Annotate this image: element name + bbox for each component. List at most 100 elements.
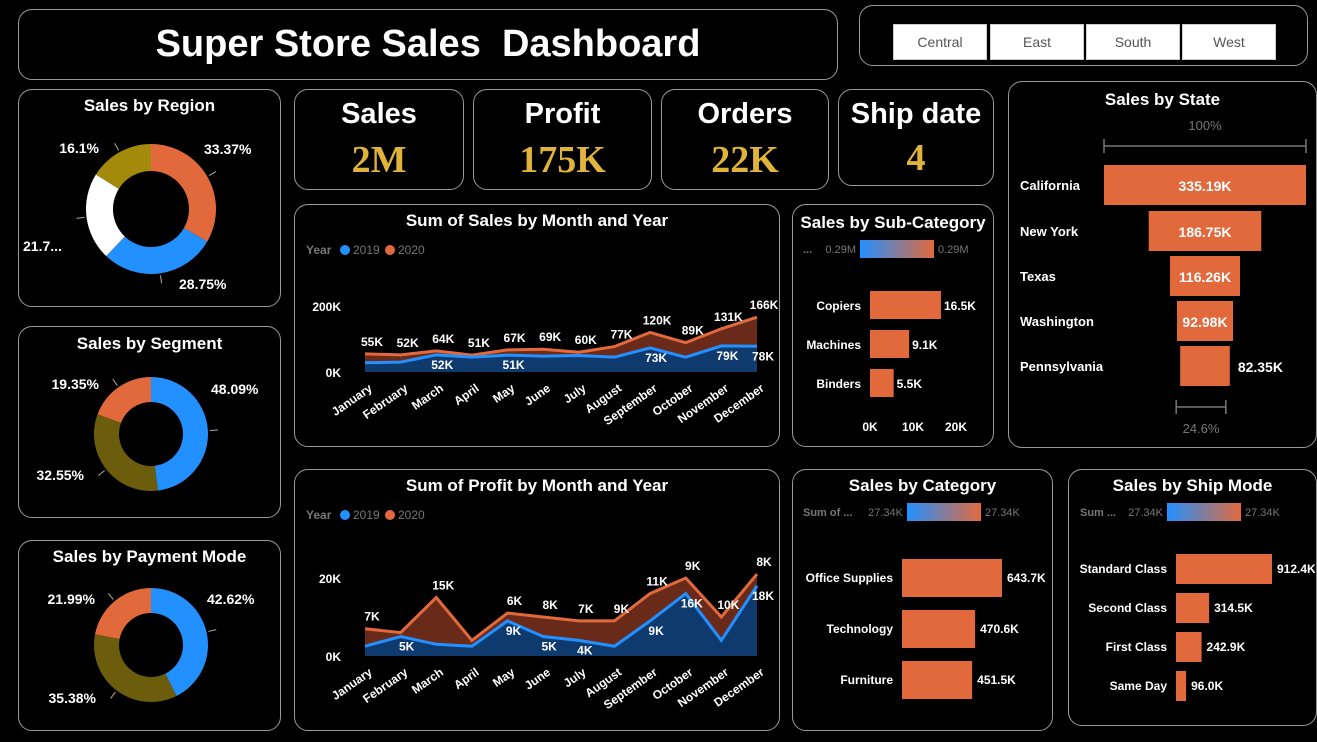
data-label-2020: 8K: [756, 555, 772, 569]
bar[interactable]: [870, 369, 894, 397]
sales-by-payment-donut: 42.62% 35.38% 21.99%: [48, 588, 255, 706]
data-label-2019: 18K: [752, 589, 774, 603]
x-tick-label: March: [409, 381, 446, 413]
slicer-south-button[interactable]: South: [1086, 24, 1180, 60]
sales-by-category-panel: Sales by Category Sum of ... 27.34K 27.34K…: [792, 469, 1053, 731]
state-label: New York: [1020, 224, 1079, 239]
state-label: Texas: [1020, 269, 1056, 284]
y-tick-label: 20K: [319, 572, 341, 586]
kpi-sales-value: 2M: [351, 139, 407, 181]
gradient-legend-max: 0.29M: [938, 244, 969, 256]
legend-2019-label: 2019: [353, 508, 380, 522]
bar[interactable]: [1176, 554, 1272, 584]
legend-title: Year: [306, 508, 332, 522]
bar[interactable]: [1176, 632, 1202, 662]
sales-by-region-panel: Sales by Region 33.37% 28.75% 21.7... 16.1%: [18, 89, 281, 307]
bar[interactable]: [1176, 593, 1210, 623]
bar[interactable]: [1176, 671, 1187, 701]
gradient-legend-title: ...: [803, 244, 812, 256]
kpi-orders-card: Orders 22K: [661, 89, 829, 190]
sales-by-month-panel: Sum of Sales by Month and Year Year 2019 2…: [294, 204, 780, 447]
x-tick-label: 0K: [862, 420, 878, 434]
bar-value-label: 470.6K: [980, 622, 1019, 636]
slicer-east-button[interactable]: East: [990, 24, 1084, 60]
donut-leader-line: [208, 629, 217, 632]
bar[interactable]: [902, 559, 1002, 597]
sales-by-region-donut: 33.37% 28.75% 21.7... 16.1%: [23, 140, 252, 292]
data-label-2020: 55K: [361, 335, 383, 349]
gradient-legend-max: 27.34K: [985, 507, 1021, 519]
data-label-2020: 7K: [364, 610, 380, 624]
kpi-shipdate-card: Ship date 4: [838, 89, 994, 186]
title-panel: Super Store Sales Dashboard: [18, 9, 838, 80]
state-label: Pennsylvania: [1020, 359, 1104, 374]
y-tick-label: 200K: [312, 300, 341, 314]
state-label: Washington: [1020, 314, 1094, 329]
legend-2020-label: 2020: [398, 243, 425, 257]
category-label: First Class: [1106, 640, 1168, 654]
category-label: Machines: [806, 338, 861, 352]
sales-by-state-panel: Sales by State 100% California 335.19K New …: [1008, 81, 1317, 448]
bar-value-label: 314.5K: [1214, 601, 1253, 615]
x-tick-label: 10K: [902, 420, 924, 434]
data-label-2020: 6K: [507, 594, 523, 608]
slicer-west-button[interactable]: West: [1182, 24, 1276, 60]
legend-2019-marker: [340, 245, 350, 255]
sales-by-state-chart: 100% California 335.19K New York 186.75K Texa…: [1020, 118, 1307, 436]
slicer-central-button[interactable]: Central: [893, 24, 987, 60]
profit-by-month-chart: Year 2019 2020 20K 0K 7K 15K 6K 8K 7K 9K 11K 9K 10K 8K…: [306, 508, 774, 712]
donut-slice: [94, 634, 177, 702]
data-label-2020: 131K: [714, 310, 743, 324]
x-tick-label: March: [409, 665, 446, 697]
data-label-2020: 120K: [643, 313, 672, 327]
data-label-2019: 5K: [542, 640, 558, 654]
category-label: Copiers: [816, 299, 861, 313]
legend-2020-label: 2020: [398, 508, 425, 522]
donut-slice-label: 19.35%: [52, 376, 100, 392]
bar[interactable]: [870, 330, 910, 358]
gradient-legend-max: 27.34K: [1245, 507, 1281, 519]
data-label-2019: 5K: [399, 640, 415, 654]
bar[interactable]: [902, 661, 973, 699]
donut-leader-line: [76, 216, 85, 219]
page-title: Super Store Sales Dashboard: [155, 23, 701, 65]
x-tick-label: April: [451, 381, 481, 408]
category-label: Second Class: [1088, 601, 1167, 615]
bar-value-label: 16.5K: [944, 299, 976, 313]
data-label-2020: 9K: [614, 602, 630, 616]
region-slicer: Central East South West: [859, 5, 1308, 66]
gradient-legend-title: Sum of ...: [803, 507, 853, 519]
donut-slice-label: 35.38%: [49, 690, 97, 706]
donut-slice-label: 28.75%: [179, 276, 227, 292]
legend-2019-label: 2019: [353, 243, 380, 257]
bar-value-label: 643.7K: [1007, 571, 1046, 585]
gradient-legend-bar: [1167, 503, 1241, 521]
data-label-2020: 60K: [575, 333, 597, 347]
bar-value-label: 9.1K: [912, 338, 938, 352]
gradient-legend-min: 27.34K: [868, 507, 904, 519]
donut-slice-label: 21.99%: [48, 591, 96, 607]
donut-slice: [95, 588, 151, 639]
bar[interactable]: [902, 610, 976, 648]
donut-slice-label: 48.09%: [211, 381, 259, 397]
funnel-bottom-percent: 24.6%: [1183, 421, 1220, 436]
gradient-legend-bar: [860, 240, 934, 258]
kpi-profit-card: Profit 175K: [473, 89, 652, 190]
data-label-2019: 52K: [431, 358, 453, 372]
data-label-2019: 73K: [645, 351, 667, 365]
kpi-shipdate-label: Ship date: [850, 98, 982, 130]
kpi-orders-label: Orders: [697, 98, 793, 130]
sales-by-segment-donut: 48.09% 32.55% 19.35%: [37, 376, 259, 491]
funnel-value-label: 186.75K: [1179, 224, 1232, 240]
funnel-bar[interactable]: [1180, 346, 1230, 386]
bar-value-label: 242.9K: [1207, 640, 1246, 654]
category-label: Technology: [827, 622, 894, 636]
category-label: Furniture: [840, 673, 893, 687]
sales-by-shipmode-chart: Sum ... 27.34K 27.34K Standard Class 912.4K S…: [1080, 503, 1315, 701]
data-label-2020: 67K: [504, 331, 526, 345]
funnel-value-label: 116.26K: [1179, 269, 1231, 285]
x-tick-label: May: [490, 665, 517, 690]
category-label: Binders: [816, 377, 861, 391]
bar[interactable]: [870, 291, 941, 319]
profit-by-month-panel: Sum of Profit by Month and Year Year 2019…: [294, 469, 780, 731]
